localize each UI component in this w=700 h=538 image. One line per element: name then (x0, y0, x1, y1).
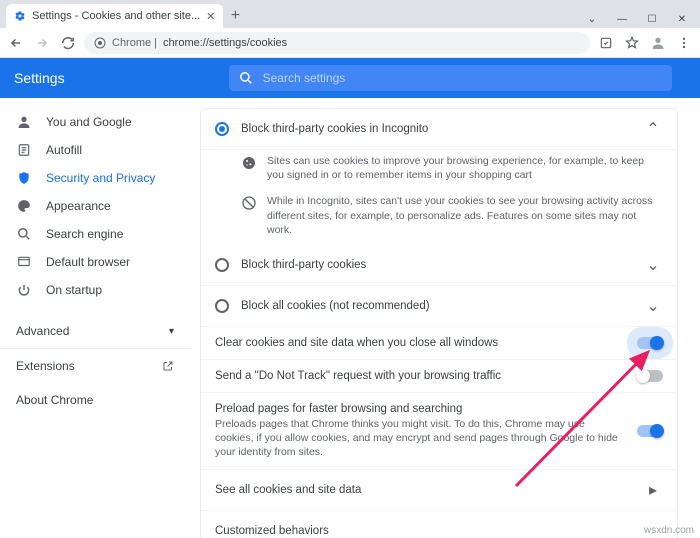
block-icon (241, 195, 257, 211)
external-link-icon (162, 360, 174, 372)
browser-toolbar: Chrome | chrome://settings/cookies (0, 28, 700, 58)
menu-icon[interactable] (674, 33, 694, 53)
url-prefix: Chrome | (112, 37, 157, 49)
main-panel: Block third-party cookies in Incognito ⌃… (190, 98, 700, 538)
search-icon (239, 71, 253, 85)
sidebar-item-search-engine[interactable]: Search engine (0, 220, 190, 248)
incognito-desc-1: Sites can use cookies to improve your br… (201, 150, 677, 190)
sidebar-item-autofill[interactable]: Autofill (0, 136, 190, 164)
chevron-up-icon[interactable]: ⌃ (643, 119, 663, 139)
bookmark-icon[interactable] (622, 33, 642, 53)
sidebar: You and Google Autofill Security and Pri… (0, 98, 190, 538)
sidebar-item-on-startup[interactable]: On startup (0, 276, 190, 304)
forward-button[interactable] (32, 33, 52, 53)
toggle-preload[interactable] (637, 425, 663, 437)
chevron-down-icon: ▾ (169, 326, 174, 337)
sidebar-extensions[interactable]: Extensions (0, 349, 190, 383)
radio-off-icon (215, 258, 229, 272)
settings-search[interactable]: Search settings (229, 65, 672, 91)
sidebar-advanced[interactable]: Advanced▾ (0, 314, 190, 349)
chevron-down-icon[interactable]: ⌄ (643, 255, 663, 275)
settings-favicon-icon (14, 10, 26, 22)
close-icon[interactable]: ✕ (668, 10, 696, 28)
search-placeholder: Search settings (263, 71, 346, 85)
settings-header: Settings Search settings (0, 58, 700, 98)
browser-tab[interactable]: Settings - Cookies and other site... ✕ (6, 4, 223, 28)
browser-titlebar: Settings - Cookies and other site... ✕ +… (0, 0, 700, 28)
sidebar-item-default-browser[interactable]: Default browser (0, 248, 190, 276)
caret-down-icon[interactable]: ⌄ (578, 10, 606, 28)
row-do-not-track: Send a "Do Not Track" request with your … (201, 360, 677, 393)
chevron-right-icon: ▸ (643, 480, 663, 500)
profile-icon[interactable] (648, 33, 668, 53)
radio-block-all[interactable]: Block all cookies (not recommended) ⌄ (201, 286, 677, 327)
new-tab-button[interactable]: + (223, 4, 247, 28)
chevron-down-icon[interactable]: ⌄ (643, 296, 663, 316)
tab-close-icon[interactable]: ✕ (206, 10, 215, 23)
sidebar-about[interactable]: About Chrome (0, 383, 190, 417)
toggle-do-not-track[interactable] (637, 370, 663, 382)
url-text: chrome://settings/cookies (163, 37, 287, 49)
row-preload: Preload pages for faster browsing and se… (201, 393, 677, 471)
watermark: wsxdn.com (644, 525, 694, 536)
back-button[interactable] (6, 33, 26, 53)
cookie-icon (241, 155, 257, 171)
address-bar[interactable]: Chrome | chrome://settings/cookies (84, 32, 590, 54)
maximize-icon[interactable]: ☐ (638, 10, 666, 28)
radio-block-third-party[interactable]: Block third-party cookies ⌄ (201, 245, 677, 286)
settings-title: Settings (14, 70, 65, 86)
reload-button[interactable] (58, 33, 78, 53)
incognito-desc-2: While in Incognito, sites can't use your… (201, 190, 677, 245)
radio-block-incognito[interactable]: Block third-party cookies in Incognito ⌃ (201, 109, 677, 150)
sidebar-item-security[interactable]: Security and Privacy (0, 164, 190, 192)
sidebar-item-appearance[interactable]: Appearance (0, 192, 190, 220)
tab-title: Settings - Cookies and other site... (32, 10, 200, 22)
minimize-icon[interactable]: — (608, 10, 636, 28)
share-icon[interactable] (596, 33, 616, 53)
radio-on-icon (215, 122, 229, 136)
chrome-icon (94, 37, 106, 49)
row-see-all-cookies[interactable]: See all cookies and site data ▸ (201, 470, 677, 511)
sidebar-item-you-and-google[interactable]: You and Google (0, 108, 190, 136)
customized-behaviors-label: Customized behaviors (201, 511, 677, 538)
toggle-clear-on-close[interactable] (637, 337, 663, 349)
row-clear-on-close: Clear cookies and site data when you clo… (201, 327, 677, 360)
radio-off-icon (215, 299, 229, 313)
